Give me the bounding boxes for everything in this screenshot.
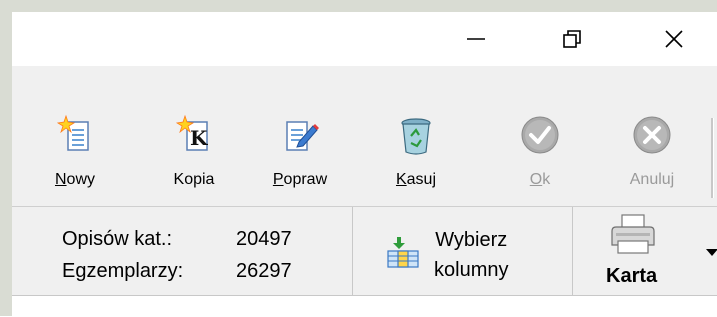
- print-card-label: Karta: [606, 265, 658, 287]
- ok-button[interactable]: Ok: [495, 108, 585, 206]
- content-area-edge: [12, 295, 717, 317]
- info-separator: [352, 207, 353, 295]
- delete-mnemonic: K: [395, 171, 407, 188]
- new-label: Nowy: [55, 171, 95, 189]
- menu-bar: [12, 66, 717, 108]
- printer-icon: [611, 214, 655, 254]
- copy-button[interactable]: K Kopia: [149, 108, 239, 206]
- ok-label-rest: k: [542, 171, 551, 188]
- dropdown-arrow-icon[interactable]: [706, 249, 717, 257]
- minimize-button[interactable]: [440, 12, 512, 66]
- records-row: Opisów kat.: 20497: [62, 223, 292, 255]
- copy-label: Kopia: [173, 171, 215, 188]
- record-stats: Opisów kat.: 20497 Egzemplarzy: 26297: [62, 223, 292, 287]
- edit-button[interactable]: Popraw: [255, 108, 345, 206]
- info-bar: Opisów kat.: 20497 Egzemplarzy: 26297 Wy…: [12, 207, 717, 295]
- copies-label: Egzemplarzy:: [62, 260, 184, 282]
- close-icon: [665, 30, 683, 48]
- toolbar-separator: [711, 118, 714, 198]
- cancel-button[interactable]: Anuluj: [607, 108, 697, 206]
- columns-icon: [387, 237, 419, 268]
- choose-columns-button[interactable]: Wybierz kolumny: [362, 215, 562, 289]
- info-separator-2: [572, 207, 573, 295]
- edit-mnemonic: P: [272, 171, 284, 188]
- records-value: 20497: [236, 228, 292, 250]
- copies-row: Egzemplarzy: 26297: [62, 255, 292, 287]
- choose-columns-line2: kolumny: [434, 259, 509, 281]
- ok-label: Ok: [530, 171, 550, 189]
- print-card-button[interactable]: Karta: [582, 207, 717, 295]
- delete-label: Kasuj: [396, 171, 436, 189]
- copies-value: 26297: [236, 260, 292, 282]
- minimize-icon: [467, 38, 485, 40]
- edit-document-icon: [286, 121, 319, 151]
- toolbar: Nowy K Kopia Popraw Kasuj Ok Anuluj: [12, 108, 717, 207]
- recycle-bin-icon: [401, 118, 431, 155]
- ok-mnemonic: O: [529, 171, 543, 188]
- choose-columns-line1: Wybierz: [435, 229, 508, 251]
- restore-icon: [563, 30, 581, 48]
- edit-label-rest: opraw: [283, 171, 328, 188]
- new-button[interactable]: Nowy: [30, 108, 120, 206]
- choose-columns-label: Wybierz kolumny: [434, 225, 508, 285]
- new-label-rest: owy: [66, 171, 95, 188]
- title-bar: [12, 12, 717, 66]
- restore-button[interactable]: [536, 12, 608, 66]
- delete-label-rest: asuj: [406, 171, 437, 188]
- copy-document-icon: K: [175, 114, 208, 151]
- close-button[interactable]: [638, 12, 710, 66]
- delete-button[interactable]: Kasuj: [371, 108, 461, 206]
- check-icon: [521, 116, 559, 154]
- cancel-label: Anuluj: [629, 171, 675, 188]
- cancel-icon: [633, 116, 671, 154]
- edit-label: Popraw: [273, 171, 327, 189]
- new-document-icon: [56, 114, 89, 151]
- records-label: Opisów kat.:: [62, 228, 173, 250]
- new-mnemonic: N: [54, 171, 67, 188]
- svg-text:K: K: [190, 126, 208, 150]
